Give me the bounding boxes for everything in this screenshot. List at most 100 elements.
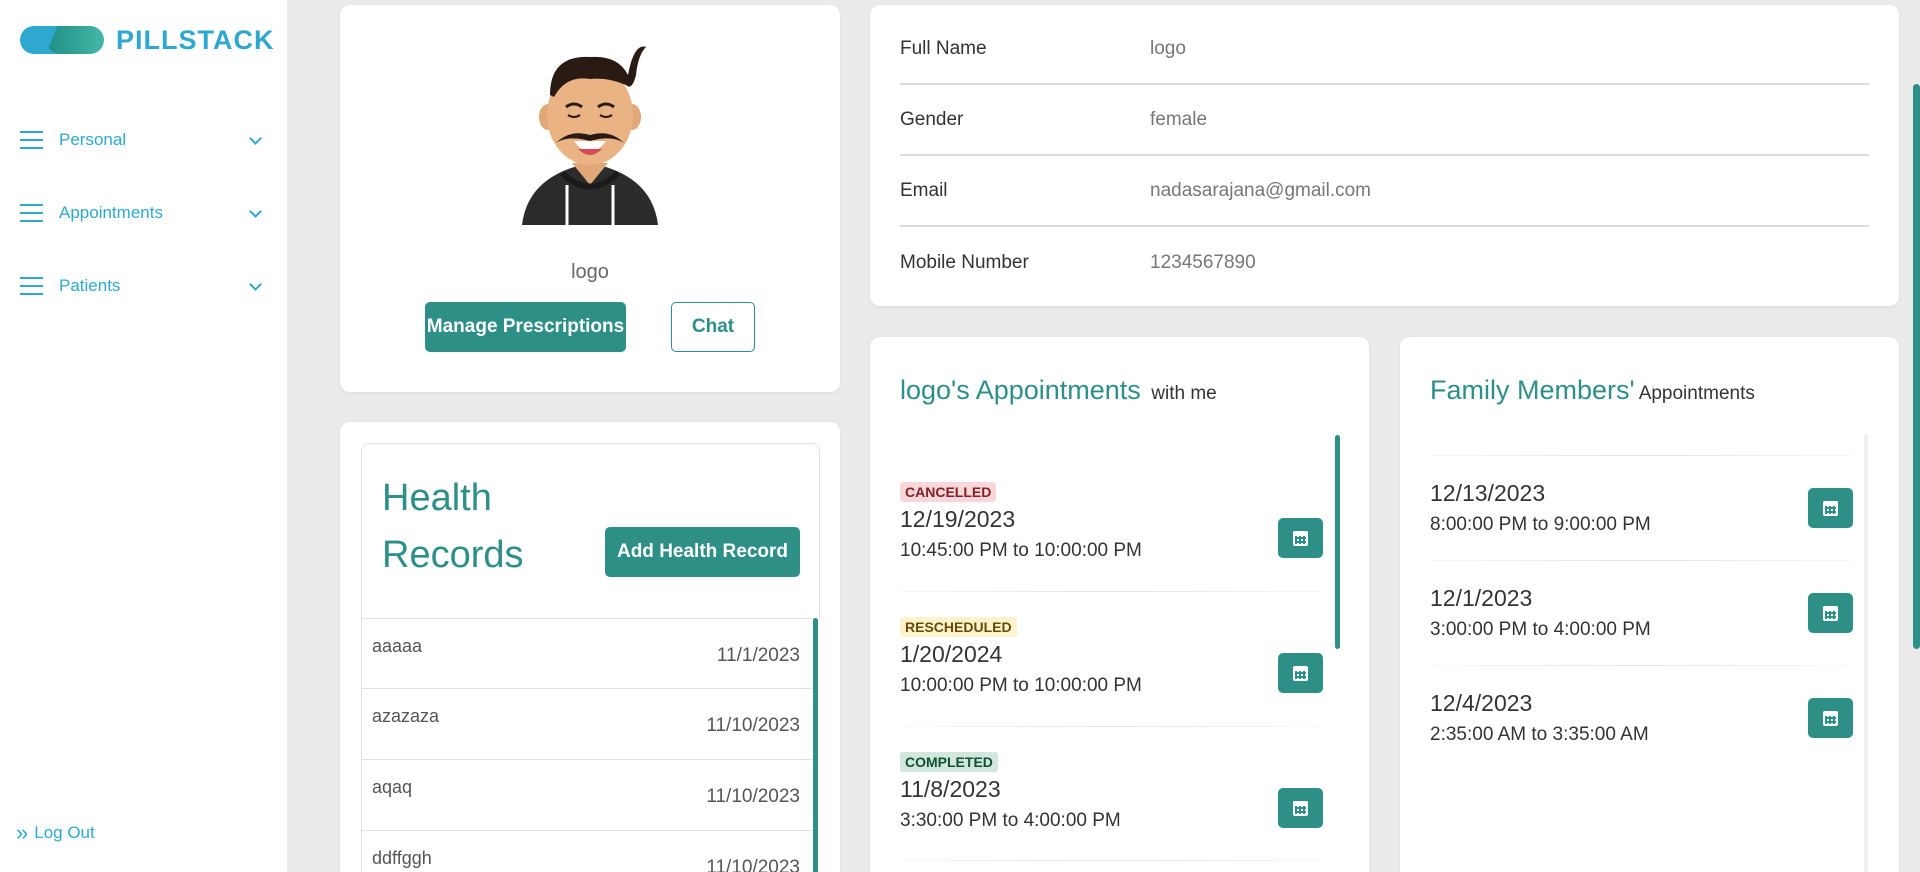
appointment-date: 12/1/2023 [1430, 585, 1533, 611]
calendar-icon [1293, 665, 1308, 681]
table-row[interactable]: ddffggh 11/10/2023 [361, 831, 815, 872]
sidebar-item-patients[interactable]: Patients [20, 271, 266, 301]
profile-card: logo Manage Prescriptions Chat [340, 5, 840, 392]
status-badge: RESCHEDULED [900, 617, 1017, 637]
logout-label: Log Out [34, 823, 95, 842]
health-records-header: Health Records Add Health Record [361, 443, 820, 618]
appointment-item[interactable]: 12/1/2023 3:00:00 PM to 4:00:00 PM [1430, 585, 1853, 665]
appointment-date: 1/20/2024 [900, 641, 1003, 667]
calendar-button[interactable] [1278, 653, 1323, 693]
manage-prescriptions-button[interactable]: Manage Prescriptions [425, 302, 626, 352]
info-value: 1234567890 [1150, 251, 1256, 273]
menu-icon [20, 277, 43, 295]
calendar-button[interactable] [1808, 698, 1853, 738]
appointment-item[interactable]: 12/4/2023 2:35:00 AM to 3:35:00 AM [1430, 690, 1853, 770]
info-value: female [1150, 108, 1208, 130]
divider [1430, 560, 1852, 561]
record-name: azazaza [372, 706, 440, 726]
table-row[interactable]: aaaaa 11/1/2023 [361, 618, 815, 689]
sidebar: PILLSTACK Personal Appointments Patients… [0, 0, 287, 872]
personal-info-card: Full Name logo Gender female Email nadas… [870, 5, 1899, 306]
appointment-item[interactable]: RESCHEDULED 1/20/2024 10:00:00 PM to 10:… [900, 617, 1323, 753]
divider [1430, 455, 1852, 456]
sidebar-item-label: Personal [59, 130, 127, 149]
record-date: 11/1/2023 [716, 645, 800, 666]
profile-name: logo [571, 261, 609, 283]
info-row-email: Email nadasarajana@gmail.com [900, 156, 1869, 227]
record-name: aqaq [372, 777, 413, 797]
record-name: aaaaa [372, 636, 423, 656]
appointment-time: 2:35:00 AM to 3:35:00 AM [1430, 724, 1649, 745]
family-appointments-subtitle: Appointments [1638, 383, 1755, 404]
info-value: logo [1150, 37, 1186, 59]
appointment-time: 8:00:00 PM to 9:00:00 PM [1430, 514, 1651, 535]
appointment-date: 12/19/2023 [900, 506, 1016, 532]
status-badge: CANCELLED [900, 482, 997, 502]
appointment-time: 10:45:00 PM to 10:00:00 PM [900, 540, 1142, 561]
appointment-item[interactable]: 12/13/2023 8:00:00 PM to 9:00:00 PM [1430, 480, 1853, 560]
divider [900, 726, 1322, 727]
calendar-icon [1293, 530, 1308, 546]
appointments-scrollbar[interactable] [1335, 435, 1340, 649]
sidebar-item-personal[interactable]: Personal [20, 125, 266, 155]
health-records-card: Health Records Add Health Record aaaaa 1… [340, 422, 840, 872]
info-row-mobile: Mobile Number 1234567890 [900, 227, 1869, 298]
logout-button[interactable]: » Log Out [16, 820, 95, 846]
add-health-record-button[interactable]: Add Health Record [605, 527, 800, 577]
info-label: Full Name [900, 37, 987, 59]
record-name: ddffggh [372, 848, 432, 868]
brand-name: PILLSTACK [116, 24, 275, 55]
appointment-item[interactable]: COMPLETED 11/8/2023 3:30:00 PM to 4:00:0… [900, 752, 1323, 872]
health-records-scrollbar[interactable] [813, 618, 818, 872]
appointment-time: 10:00:00 PM to 10:00:00 PM [900, 675, 1142, 696]
divider [900, 860, 1322, 861]
record-date: 11/10/2023 [706, 715, 800, 736]
appointment-time: 3:30:00 PM to 4:00:00 PM [900, 810, 1121, 831]
calendar-icon [1823, 605, 1838, 621]
calendar-icon [1823, 710, 1838, 726]
table-row[interactable]: azazaza 11/10/2023 [361, 689, 815, 760]
info-label: Mobile Number [900, 251, 1029, 273]
chevron-down-icon [249, 277, 262, 291]
appointment-date: 12/13/2023 [1430, 480, 1546, 506]
family-appointments-card: Family Members' Appointments 12/13/2023 8… [1400, 337, 1899, 872]
family-appointments-scroll-track[interactable] [1864, 435, 1868, 872]
health-records-title: Health Records [382, 470, 524, 584]
double-chevron-right-icon: » [16, 820, 29, 845]
calendar-button[interactable] [1278, 518, 1323, 558]
sidebar-item-appointments[interactable]: Appointments [20, 198, 266, 228]
divider [900, 591, 1322, 592]
chevron-down-icon [249, 131, 262, 145]
appointment-date: 12/4/2023 [1430, 690, 1533, 716]
health-records-title-line2: Records [382, 534, 524, 576]
sidebar-item-label: Patients [59, 276, 121, 295]
family-appointments-heading: Family Members' [1430, 375, 1635, 405]
chat-button[interactable]: Chat [671, 302, 755, 352]
appointment-date: 11/8/2023 [900, 776, 1001, 802]
page-scrollbar[interactable] [1913, 84, 1920, 649]
info-label: Email [900, 179, 948, 201]
sidebar-item-label: Appointments [59, 203, 163, 222]
health-records-title-line1: Health [382, 477, 492, 519]
brand-logo[interactable]: PILLSTACK [20, 24, 275, 56]
my-appointments-list: CANCELLED 12/19/2023 10:45:00 PM to 10:0… [870, 337, 1369, 872]
family-appointments-title: Family Members' Appointments [1430, 375, 1755, 406]
appointment-time: 3:00:00 PM to 4:00:00 PM [1430, 619, 1651, 640]
info-label: Gender [900, 108, 964, 130]
calendar-icon [1293, 800, 1308, 816]
calendar-icon [1823, 500, 1838, 516]
calendar-button[interactable] [1808, 488, 1853, 528]
calendar-button[interactable] [1808, 593, 1853, 633]
info-row-gender: Gender female [900, 85, 1869, 156]
table-row[interactable]: aqaq 11/10/2023 [361, 760, 815, 831]
status-badge: COMPLETED [900, 752, 998, 772]
info-row-full-name: Full Name logo [900, 14, 1869, 85]
pill-logo-icon [20, 24, 104, 56]
chevron-down-icon [249, 204, 262, 218]
calendar-button[interactable] [1278, 788, 1323, 828]
divider [1430, 665, 1852, 666]
appointment-item[interactable]: CANCELLED 12/19/2023 10:45:00 PM to 10:0… [900, 482, 1323, 618]
menu-icon [20, 204, 43, 222]
info-value: nadasarajana@gmail.com [1150, 179, 1372, 201]
avatar [522, 46, 658, 225]
